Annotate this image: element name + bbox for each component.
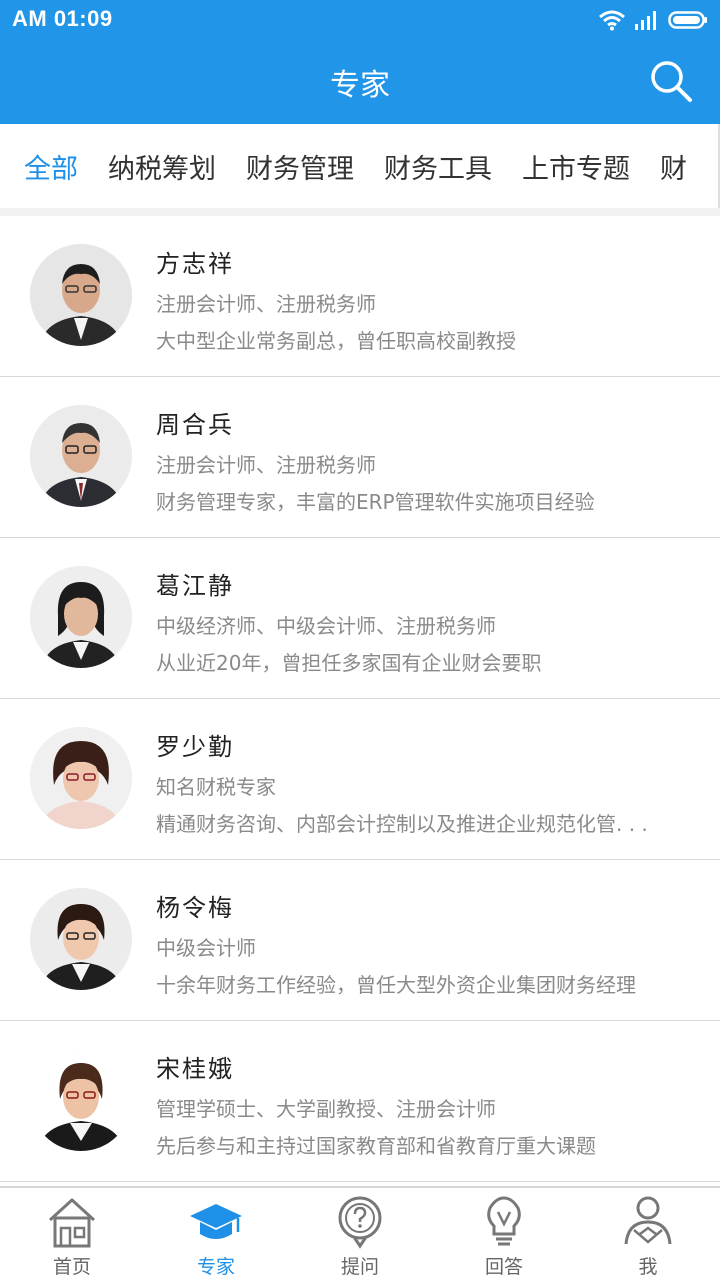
- expert-name: 罗少勤: [156, 733, 234, 761]
- search-icon: [651, 61, 692, 102]
- expert-description: 先后参与和主持过国家教育部和省教育厅重大课题: [156, 1134, 596, 1158]
- status-icons: [598, 8, 708, 32]
- expert-row[interactable]: 周合兵 注册会计师、注册税务师 财务管理专家，丰富的ERP管理软件实施项目经验: [0, 377, 720, 538]
- expert-list: 方志祥 注册会计师、注册税务师 大中型企业常务副总，曾任职高校副教授 周合兵 注…: [0, 216, 720, 1182]
- expert-credentials: 注册会计师、注册税务师: [156, 453, 376, 477]
- page-title: 专家: [330, 68, 390, 103]
- search-button[interactable]: [648, 58, 694, 104]
- question-bubble-icon: [338, 1196, 382, 1249]
- tab-listing-topics[interactable]: 上市专题: [522, 147, 630, 186]
- wifi-icon: [599, 10, 625, 31]
- status-bar: AM 01:09: [0, 0, 720, 40]
- graduation-cap-icon: [190, 1204, 242, 1239]
- avatar: [30, 244, 132, 346]
- nav-answer-label: 回答: [484, 1256, 523, 1278]
- expert-row[interactable]: 方志祥 注册会计师、注册税务师 大中型企业常务副总，曾任职高校副教授: [0, 216, 720, 377]
- expert-credentials: 中级会计师: [156, 936, 256, 960]
- lightbulb-icon: [487, 1196, 521, 1246]
- expert-row[interactable]: 宋桂娥 管理学硕士、大学副教授、注册会计师 先后参与和主持过国家教育部和省教育厅…: [0, 1021, 720, 1182]
- tab-finance-management[interactable]: 财务管理: [246, 147, 354, 186]
- expert-description: 精通财务咨询、内部会计控制以及推进企业规范化管. . .: [156, 812, 648, 836]
- nav-me[interactable]: 我: [576, 1188, 720, 1280]
- expert-credentials: 中级经济师、中级会计师、注册税务师: [156, 614, 496, 638]
- expert-row[interactable]: 杨令梅 中级会计师 十余年财务工作经验，曾任大型外资企业集团财务经理: [0, 860, 720, 1021]
- status-time: AM 01:09: [12, 6, 113, 31]
- expert-row[interactable]: 葛江静 中级经济师、中级会计师、注册税务师 从业近20年，曾担任多家国有企业财会…: [0, 538, 720, 699]
- expert-description: 十余年财务工作经验，曾任大型外资企业集团财务经理: [156, 973, 636, 997]
- signal-icon: [635, 11, 656, 30]
- nav-ask[interactable]: 提问: [288, 1188, 432, 1280]
- nav-experts-label: 专家: [196, 1256, 235, 1278]
- bottom-nav: 首页 专家 提问 回答 我: [0, 1186, 720, 1280]
- tab-tax-planning[interactable]: 纳税筹划: [108, 147, 216, 186]
- nav-ask-label: 提问: [340, 1256, 379, 1278]
- nav-answer[interactable]: 回答: [432, 1188, 576, 1280]
- home-icon: [48, 1198, 96, 1248]
- avatar: [30, 566, 132, 668]
- expert-row[interactable]: 罗少勤 知名财税专家 精通财务咨询、内部会计控制以及推进企业规范化管. . .: [0, 699, 720, 860]
- expert-name: 葛江静: [156, 572, 234, 600]
- person-icon: [624, 1196, 672, 1245]
- avatar: [30, 1049, 132, 1151]
- avatar: [30, 888, 132, 990]
- expert-description: 大中型企业常务副总，曾任职高校副教授: [156, 329, 516, 353]
- avatar: [30, 405, 132, 507]
- expert-description: 财务管理专家，丰富的ERP管理软件实施项目经验: [156, 490, 595, 514]
- tab-all[interactable]: 全部: [24, 147, 78, 186]
- nav-home[interactable]: 首页: [0, 1188, 144, 1280]
- expert-name: 方志祥: [156, 250, 234, 278]
- expert-credentials: 注册会计师、注册税务师: [156, 292, 376, 316]
- expert-name: 杨令梅: [156, 894, 234, 922]
- tab-more-partial[interactable]: 财: [660, 147, 687, 186]
- expert-credentials: 管理学硕士、大学副教授、注册会计师: [156, 1097, 496, 1121]
- expert-name: 宋桂娥: [156, 1055, 234, 1083]
- category-tabs: 全部 纳税筹划 财务管理 财务工具 上市专题 财: [0, 124, 720, 208]
- expert-description: 从业近20年，曾担任多家国有企业财会要职: [156, 651, 542, 675]
- expert-credentials: 知名财税专家: [156, 775, 276, 799]
- nav-experts[interactable]: 专家: [144, 1188, 288, 1280]
- nav-home-label: 首页: [52, 1256, 91, 1278]
- avatar: [30, 727, 132, 829]
- divider: [0, 208, 720, 216]
- app-header: 专家: [0, 40, 720, 124]
- nav-me-label: 我: [638, 1256, 658, 1278]
- battery-icon: [668, 11, 707, 29]
- expert-name: 周合兵: [156, 411, 234, 439]
- tab-finance-tools[interactable]: 财务工具: [384, 147, 492, 186]
- tab-scroll-fade: [686, 124, 720, 208]
